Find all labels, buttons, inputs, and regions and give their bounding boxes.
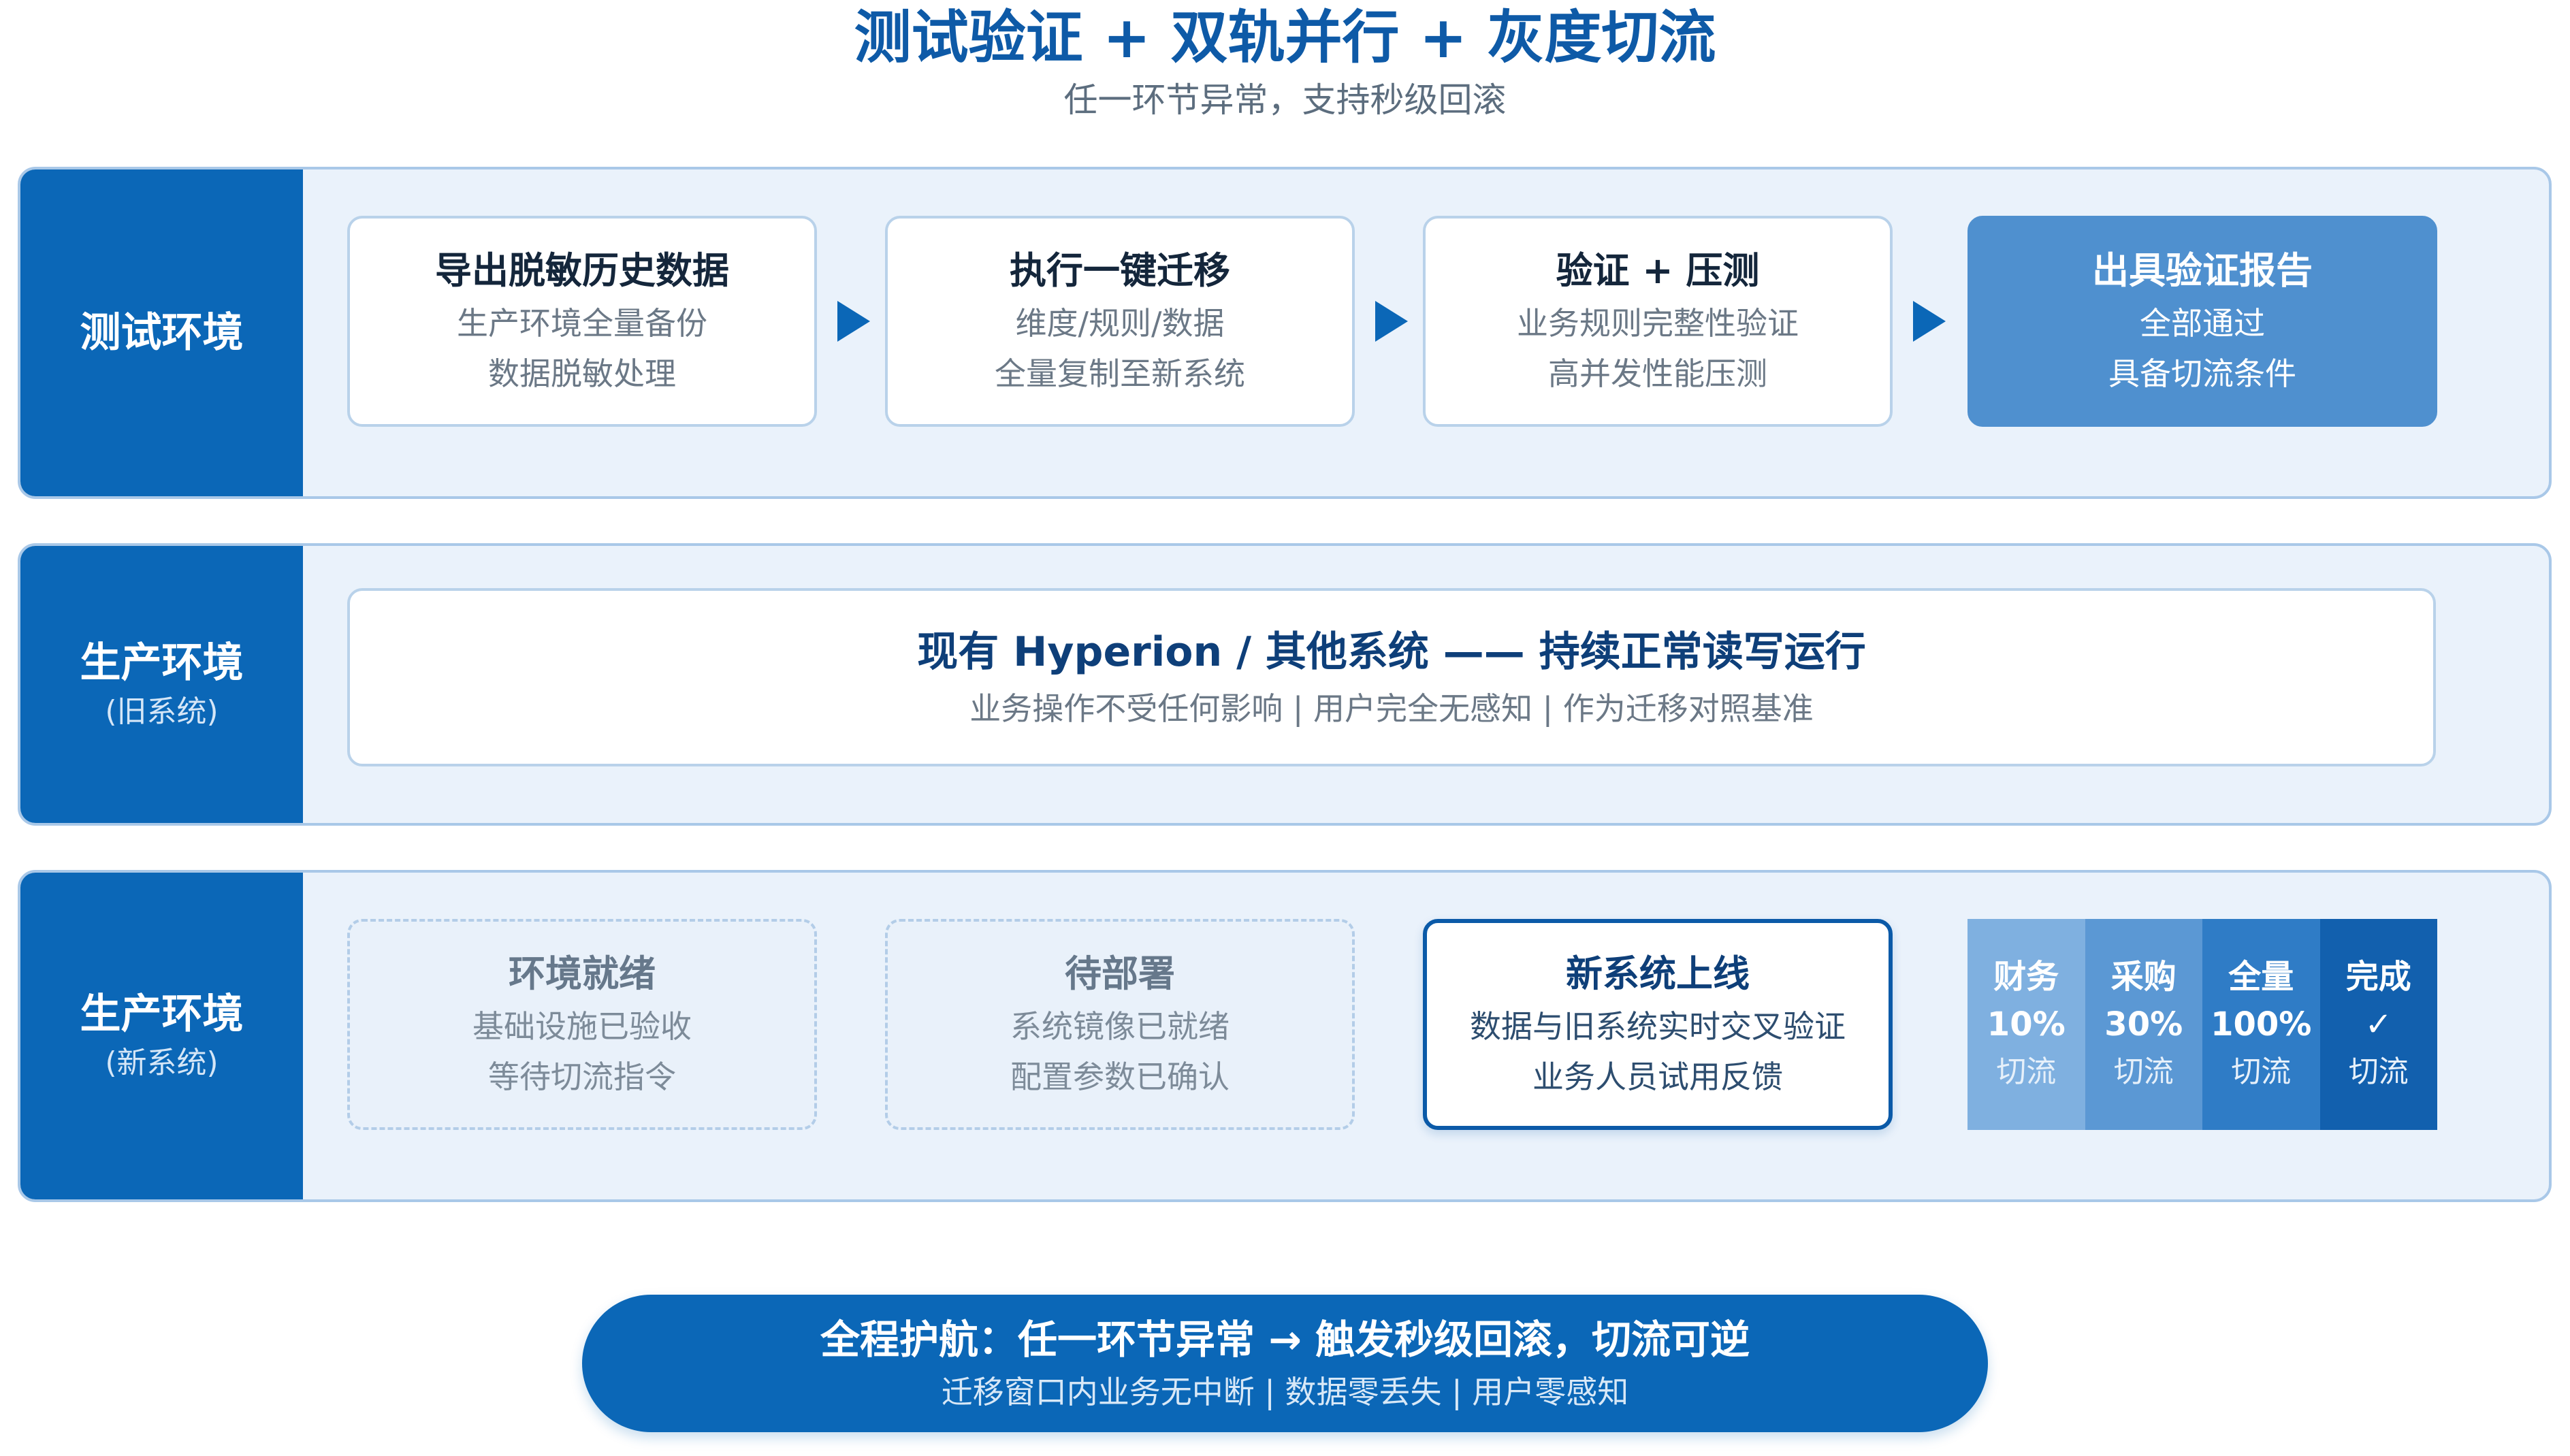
env-label-subtext: (新系统) [105,1046,219,1080]
step-title: 环境就绪 [509,952,656,995]
test-environment-row: 测试环境 导出脱敏历史数据 生产环境全量备份 数据脱敏处理 执行一键迁移 维度/… [18,167,2552,499]
step-detail: 全量复制至新系统 [995,355,1245,392]
step-title: 新系统上线 [1566,952,1750,995]
step-detail: 基础设施已验收 [472,1008,692,1045]
step-card-verify-and-load-test: 验证 + 压测 业务规则完整性验证 高并发性能压测 [1423,216,1893,427]
stage-value: 100% [2211,1005,2312,1044]
step-detail: 系统镜像已就绪 [1010,1008,1230,1045]
step-detail: 等待切流指令 [488,1058,676,1095]
step-detail: 高并发性能压测 [1548,355,1767,392]
stage-name: 财务 [1993,958,2059,996]
step-detail: 具备切流条件 [2108,355,2296,392]
page-subtitle: 任一环节异常，支持秒级回滚 [1063,80,1507,120]
step-card-export-data: 导出脱敏历史数据 生产环境全量备份 数据脱敏处理 [347,216,817,427]
production-old-label: 生产环境 (旧系统) [20,546,303,823]
env-label-text: 生产环境 [80,638,244,687]
stage-action: 切流 [2231,1054,2292,1089]
step-detail: 业务规则完整性验证 [1517,305,1799,342]
step-detail: 全部通过 [2140,305,2265,342]
step-card-new-system-launch: 新系统上线 数据与旧系统实时交叉验证 业务人员试用反馈 [1423,919,1893,1130]
cutover-stage-complete: 完成 ✓ 切流 [2319,919,2437,1130]
step-detail: 配置参数已确认 [1010,1058,1230,1095]
production-new-label: 生产环境 (新系统) [20,873,303,1199]
step-detail: 数据脱敏处理 [488,355,676,392]
stage-name: 全量 [2228,958,2294,996]
stage-value: 30% [2104,1005,2183,1044]
cutover-stage-procurement: 采购 30% 切流 [2085,919,2202,1130]
step-title: 导出脱敏历史数据 [435,249,729,292]
test-environment-label: 测试环境 [20,169,303,496]
env-label-subtext: (旧系统) [105,694,219,729]
step-card-pending-deploy: 待部署 系统镜像已就绪 配置参数已确认 [885,919,1355,1130]
env-label-text: 测试环境 [80,309,244,357]
cutover-stages: 财务 10% 切流 采购 30% 切流 全量 100% 切流 完成 ✓ 切流 [1967,919,2437,1130]
env-label-text: 生产环境 [80,990,244,1038]
step-detail: 生产环境全量备份 [457,305,707,342]
cutover-stage-finance: 财务 10% 切流 [1967,919,2085,1130]
step-card-verification-report: 出具验证报告 全部通过 具备切流条件 [1967,216,2437,427]
page-title: 测试验证 + 双轨并行 + 灰度切流 [854,4,1716,71]
legacy-system-title: 现有 Hyperion / 其他系统 —— 持续正常读写运行 [917,628,1866,676]
step-title: 待部署 [1065,952,1175,995]
stage-action: 切流 [2348,1054,2409,1089]
banner-title: 全程护航：任一环节异常 → 触发秒级回滚，切流可逆 [820,1316,1750,1363]
stage-action: 切流 [1996,1054,2057,1089]
cutover-stage-full: 全量 100% 切流 [2202,919,2320,1130]
stage-value: 10% [1987,1005,2066,1044]
check-icon: ✓ [2364,1005,2392,1044]
step-title: 出具验证报告 [2092,249,2313,292]
step-card-environment-ready: 环境就绪 基础设施已验收 等待切流指令 [347,919,817,1130]
production-old-system-row: 生产环境 (旧系统) 现有 Hyperion / 其他系统 —— 持续正常读写运… [18,543,2552,826]
arrow-right-icon [837,301,870,342]
step-detail: 业务人员试用反馈 [1532,1058,1783,1095]
step-detail: 数据与旧系统实时交叉验证 [1470,1008,1846,1045]
stage-action: 切流 [2113,1054,2174,1089]
legacy-system-subtitle: 业务操作不受任何影响 | 用户完全无感知 | 作为迁移对照基准 [969,690,1814,727]
step-title: 执行一键迁移 [1010,249,1230,292]
step-title: 验证 + 压测 [1556,249,1760,292]
production-new-system-row: 生产环境 (新系统) 环境就绪 基础设施已验收 等待切流指令 待部署 系统镜像已… [18,870,2552,1202]
stage-name: 完成 [2345,958,2411,996]
stage-name: 采购 [2110,958,2177,996]
step-detail: 维度/规则/数据 [1015,305,1225,342]
arrow-right-icon [1375,301,1408,342]
step-card-one-click-migration: 执行一键迁移 维度/规则/数据 全量复制至新系统 [885,216,1355,427]
banner-subtitle: 迁移窗口内业务无中断 | 数据零丢失 | 用户零感知 [941,1374,1629,1410]
rollback-guarantee-banner: 全程护航：任一环节异常 → 触发秒级回滚，切流可逆 迁移窗口内业务无中断 | 数… [582,1295,1988,1432]
legacy-system-card: 现有 Hyperion / 其他系统 —— 持续正常读写运行 业务操作不受任何影… [347,588,2436,766]
arrow-right-icon [1913,301,1946,342]
